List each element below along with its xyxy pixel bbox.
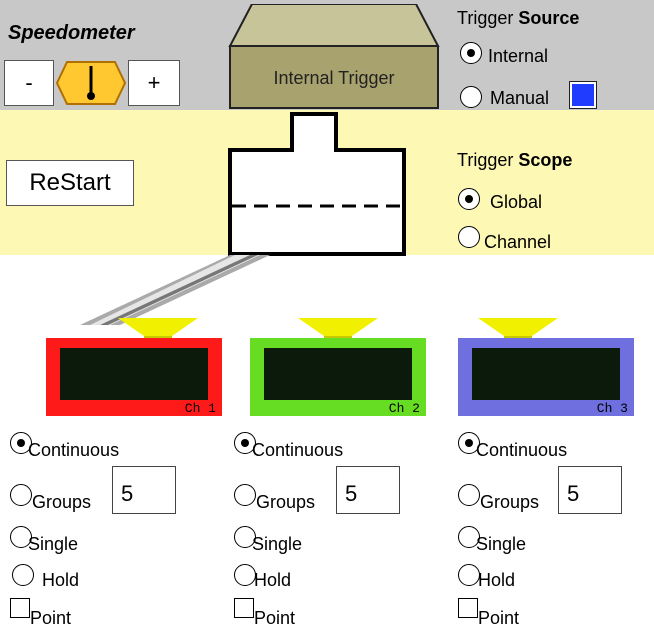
trigger-source-internal-label: Internal (488, 46, 549, 66)
ch3-groups-radio[interactable] (458, 484, 480, 506)
ch2-continuous-label: Continuous (252, 440, 344, 460)
ch3-hold-radio[interactable] (458, 564, 480, 586)
trigger-source-internal-radio[interactable] (460, 42, 482, 64)
ch3-point-label: Point (478, 608, 520, 628)
channel-3-screen (472, 348, 620, 400)
trigger-scope-prefix: Trigger (457, 150, 519, 170)
speedometer-dial-icon (55, 61, 127, 105)
ch1-single-label: Single (28, 534, 79, 554)
speed-increase-button[interactable]: + (128, 60, 180, 106)
channel-2-screen (264, 348, 412, 400)
channel-1-name: Ch 1 (184, 401, 216, 416)
ch3-groups-label: Groups (480, 492, 540, 512)
speed-decrease-button[interactable]: - (4, 60, 54, 106)
ch3-hold-label: Hold (478, 570, 516, 590)
ch2-single-label: Single (252, 534, 303, 554)
ch3-continuous-label: Continuous (476, 440, 568, 460)
trigger-scope-channel-label: Channel (484, 232, 552, 252)
channel-1-screen (60, 348, 208, 400)
internal-trigger-label: Internal Trigger (273, 68, 394, 88)
ch2-hold-radio[interactable] (234, 564, 256, 586)
ch2-groups-radio[interactable] (234, 484, 256, 506)
ch3-point-checkbox[interactable] (458, 598, 478, 618)
ch3-groups-count-input[interactable] (558, 466, 622, 514)
pipe-icon (80, 255, 270, 325)
internal-trigger-button[interactable]: Internal Trigger (224, 4, 444, 112)
trigger-scope-global-radio[interactable] (458, 188, 480, 210)
ch3-single-label: Single (476, 534, 527, 554)
ch1-groups-count-input[interactable] (112, 466, 176, 514)
trigger-chamber-icon (228, 112, 406, 256)
restart-label: ReStart (29, 169, 111, 196)
channel-3-display: Ch 3 (458, 338, 634, 416)
speedometer-title: Speedometer (8, 22, 135, 44)
ch2-groups-count-input[interactable] (336, 466, 400, 514)
ch2-hold-label: Hold (254, 570, 292, 590)
trigger-source-title: Trigger Source (457, 8, 579, 29)
ch2-point-label: Point (254, 608, 296, 628)
ch1-groups-radio[interactable] (10, 484, 32, 506)
channel-2-name: Ch 2 (388, 401, 420, 416)
channel-2-display: Ch 2 (250, 338, 426, 416)
ch1-hold-label: Hold (42, 570, 80, 590)
ch1-point-label: Point (30, 608, 72, 628)
ch2-point-checkbox[interactable] (234, 598, 254, 618)
restart-button[interactable]: ReStart (6, 160, 134, 206)
trigger-scope-global-label: Global (490, 192, 543, 212)
trigger-scope-title: Trigger Scope (457, 150, 572, 171)
ch1-point-checkbox[interactable] (10, 598, 30, 618)
speed-increase-label: + (147, 70, 161, 95)
ch1-hold-radio[interactable] (12, 564, 34, 586)
channel-1-display: Ch 1 (46, 338, 222, 416)
trigger-source-manual-radio[interactable] (460, 86, 482, 108)
manual-trigger-indicator[interactable] (569, 81, 597, 109)
channel-3-name: Ch 3 (596, 401, 628, 416)
speed-decrease-label: - (25, 70, 33, 95)
ch1-continuous-label: Continuous (28, 440, 120, 460)
ch1-groups-label: Groups (32, 492, 92, 512)
trigger-scope-bold: Scope (518, 150, 573, 170)
trigger-source-manual-label: Manual (490, 88, 550, 108)
trigger-source-bold: Source (518, 8, 580, 28)
trigger-scope-channel-radio[interactable] (458, 226, 480, 248)
ch2-groups-label: Groups (256, 492, 316, 512)
trigger-source-prefix: Trigger (457, 8, 519, 28)
